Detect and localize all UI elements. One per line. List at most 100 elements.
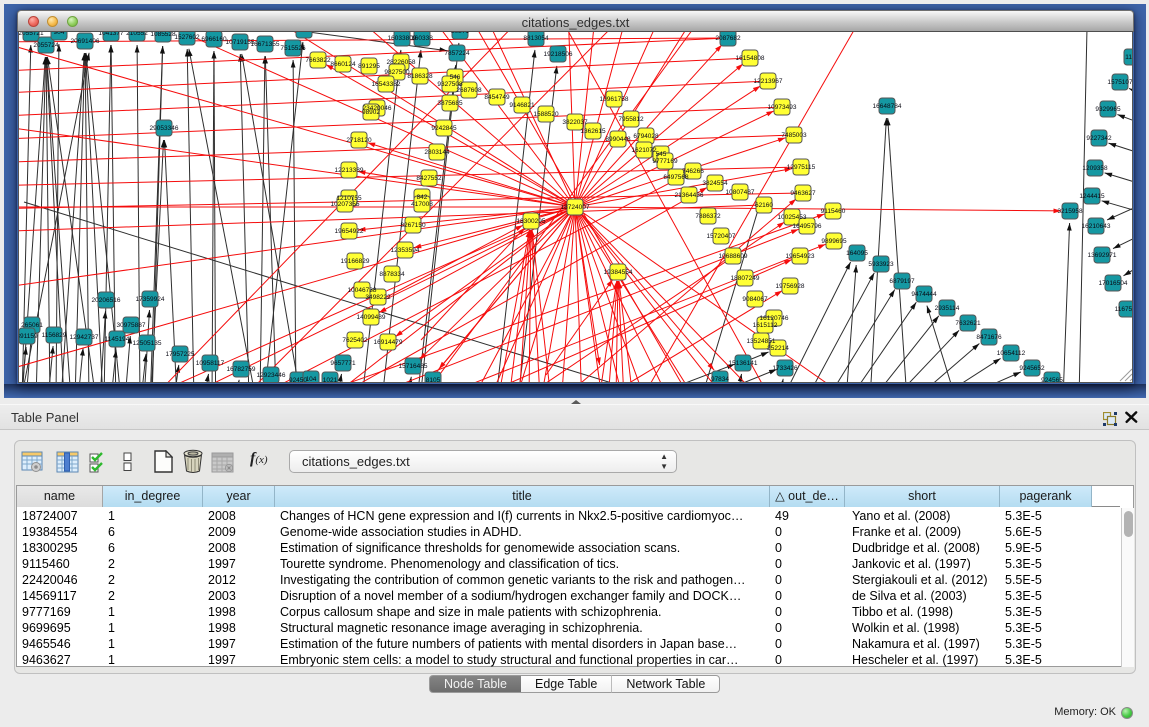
svg-text:15720407: 15720407	[707, 233, 736, 240]
svg-text:8471676: 8471676	[976, 334, 1002, 341]
svg-text:2687608: 2687608	[456, 87, 482, 94]
svg-text:5933923: 5933923	[868, 261, 894, 268]
svg-text:9242845: 9242845	[431, 125, 457, 132]
svg-text:20206516: 20206516	[92, 297, 121, 304]
svg-text:6794028: 6794028	[633, 133, 659, 140]
svg-text:19654923: 19654923	[786, 253, 815, 260]
svg-text:62160: 62160	[755, 202, 773, 209]
svg-text:16648784: 16648784	[873, 103, 902, 110]
svg-text:9827500: 9827500	[384, 69, 410, 76]
svg-text:10207355: 10207355	[331, 201, 360, 208]
svg-text:18807249: 18807249	[731, 275, 760, 282]
svg-text:2055721: 2055721	[19, 32, 44, 37]
svg-text:97834: 97834	[711, 376, 729, 383]
svg-text:29053346: 29053346	[150, 125, 179, 132]
svg-text:12923446: 12923446	[257, 372, 286, 379]
svg-text:9777169: 9777169	[652, 158, 678, 165]
svg-text:12505135: 12505135	[133, 340, 162, 347]
svg-text:1167533: 1167533	[1115, 306, 1133, 313]
svg-text:7485003: 7485003	[781, 132, 807, 139]
svg-text:1145194: 1145194	[105, 336, 130, 343]
svg-text:12975115: 12975115	[787, 164, 816, 171]
svg-text:7886372: 7886372	[695, 213, 721, 220]
svg-text:10973493: 10973493	[768, 104, 797, 111]
svg-text:2087682: 2087682	[715, 35, 741, 42]
svg-text:13524851: 13524851	[747, 338, 776, 345]
svg-text:8878334: 8878334	[379, 271, 405, 278]
svg-text:1041377: 1041377	[98, 32, 124, 37]
svg-text:3498222: 3498222	[365, 294, 391, 301]
svg-text:3215958: 3215958	[1057, 208, 1083, 215]
svg-text:3875685: 3875685	[437, 100, 463, 107]
svg-text:8267150: 8267150	[400, 222, 426, 229]
svg-text:9115460: 9115460	[821, 208, 846, 215]
svg-text:18724007: 18724007	[561, 204, 590, 211]
svg-text:14099489: 14099489	[357, 314, 386, 321]
svg-text:7515526: 7515526	[280, 45, 306, 52]
svg-text:252214: 252214	[767, 345, 789, 352]
svg-text:13692971: 13692971	[1088, 252, 1117, 259]
svg-text:9657771: 9657771	[330, 360, 356, 367]
svg-text:2718120: 2718120	[346, 137, 372, 144]
svg-text:20691406: 20691406	[71, 38, 100, 45]
svg-text:1021: 1021	[323, 377, 338, 383]
svg-text:98902: 98902	[362, 109, 380, 116]
svg-text:9463627: 9463627	[790, 190, 816, 197]
svg-text:21364436: 21364436	[675, 192, 704, 199]
svg-text:17359924: 17359924	[136, 296, 165, 303]
svg-text:16782759: 16782759	[227, 366, 256, 373]
svg-text:19384554: 19384554	[604, 269, 633, 276]
svg-text:8454749: 8454749	[484, 94, 510, 101]
svg-text:15716485: 15716485	[399, 363, 428, 370]
svg-text:16543382: 16543382	[372, 81, 401, 88]
svg-text:19218506: 19218506	[544, 51, 573, 58]
svg-text:1615112: 1615112	[753, 322, 778, 329]
svg-text:7632621: 7632621	[955, 320, 981, 327]
svg-text:19756928: 19756928	[776, 283, 805, 290]
svg-text:1733426: 1733426	[772, 365, 798, 372]
svg-text:10958117: 10958117	[196, 360, 225, 367]
svg-text:10961758: 10961758	[600, 96, 629, 103]
svg-text:2803144: 2803144	[424, 149, 450, 156]
svg-text:28226058: 28226058	[387, 59, 416, 66]
svg-text:16914479: 16914479	[374, 339, 403, 346]
svg-text:265061: 265061	[21, 322, 43, 329]
svg-text:1575107: 1575107	[1107, 79, 1133, 86]
svg-text:17016504: 17016504	[1099, 280, 1128, 287]
svg-text:16120746: 16120746	[760, 315, 789, 322]
svg-text:10654112: 10654112	[997, 350, 1026, 357]
svg-text:19654922: 19654922	[335, 228, 364, 235]
svg-text:164095: 164095	[846, 250, 868, 257]
svg-text:160338: 160338	[411, 35, 433, 42]
svg-text:6879197: 6879197	[889, 278, 915, 285]
svg-text:8105: 8105	[426, 377, 441, 383]
svg-text:19166829: 19166829	[341, 258, 370, 265]
svg-text:16210643: 16210643	[1082, 223, 1111, 230]
svg-text:12213967: 12213967	[754, 78, 783, 85]
svg-text:1209358: 1209358	[1082, 165, 1108, 172]
svg-text:20871: 20871	[451, 32, 469, 35]
svg-text:210552: 210552	[126, 32, 148, 37]
svg-text:15136141: 15136141	[729, 360, 758, 367]
svg-text:10025453: 10025453	[778, 214, 807, 221]
svg-text:1117: 1117	[1125, 54, 1133, 61]
svg-text:6966160: 6966160	[201, 36, 227, 43]
svg-text:3822037: 3822037	[562, 119, 588, 126]
svg-text:10046738: 10046738	[348, 287, 377, 294]
svg-text:9474444: 9474444	[911, 291, 937, 298]
svg-text:16495796: 16495796	[793, 223, 822, 230]
svg-text:391159: 391159	[19, 333, 38, 340]
svg-text:30975887: 30975887	[117, 322, 146, 329]
svg-text:546: 546	[450, 74, 461, 81]
svg-text:7663822: 7663822	[305, 57, 331, 64]
svg-text:12213389: 12213389	[335, 167, 364, 174]
svg-text:8813054: 8813054	[523, 35, 549, 42]
svg-text:842: 842	[417, 194, 428, 201]
svg-text:891295: 891295	[358, 63, 380, 70]
svg-text:16154808: 16154808	[736, 55, 765, 62]
svg-text:2935114: 2935114	[935, 305, 960, 312]
svg-text:8660124: 8660124	[330, 61, 356, 68]
svg-text:9146821: 9146821	[509, 102, 535, 109]
svg-text:1244415: 1244415	[1079, 193, 1105, 200]
svg-text:924565: 924565	[1041, 377, 1063, 383]
